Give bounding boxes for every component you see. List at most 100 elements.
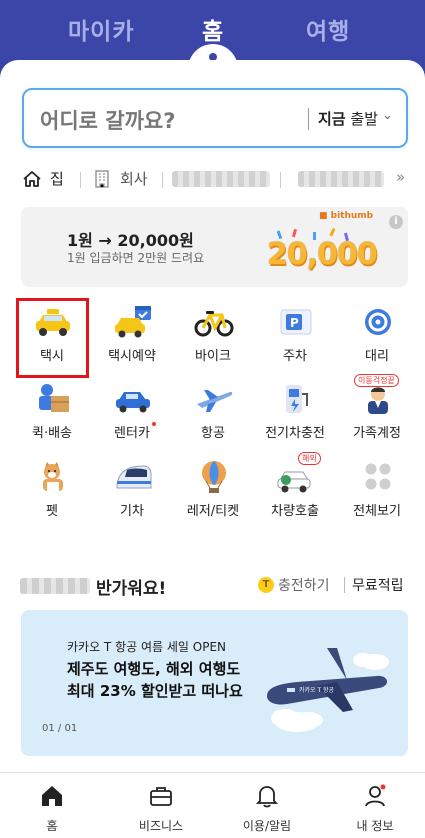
family-tag: 이동걱정끝 xyxy=(354,374,399,387)
service-label: 퀵·배송 xyxy=(31,426,72,441)
nav-home[interactable]: 홈 xyxy=(7,783,97,834)
quick-destination-row: 집 회사 » xyxy=(22,168,412,192)
family-account-icon xyxy=(368,387,388,414)
depart-now-label: 지금 xyxy=(318,110,346,128)
service-delivery[interactable]: 퀵·배송 xyxy=(13,380,91,448)
banner-title: 1원 → 20,000원 xyxy=(67,231,194,250)
promo-line-2: 최대 23% 할인받고 떠나요 xyxy=(67,682,243,700)
plane-livery-text: 카카오 T 항공 xyxy=(299,686,335,694)
charge-button[interactable]: T 충전하기 xyxy=(258,575,330,595)
service-airplane[interactable]: 항공 xyxy=(174,380,252,448)
destination-search[interactable]: 어디로 갈까요? 지금 출발 ⌄ xyxy=(22,88,408,148)
taxi-highlight-box xyxy=(16,298,89,378)
service-label: 바이크 xyxy=(195,349,231,364)
user-nickname xyxy=(20,578,90,594)
service-label: 기차 xyxy=(120,504,144,519)
tab-home[interactable]: 홈 xyxy=(202,12,224,46)
depart-time-select[interactable]: 지금 출발 xyxy=(318,108,378,129)
home-sheet: 어디로 갈까요? 지금 출발 ⌄ 집 회사 » 1원 → 20,000원 1원 … xyxy=(0,60,425,772)
service-designated-driver[interactable]: 대리 xyxy=(338,303,416,371)
service-taxi-reservation[interactable]: 택시예약 xyxy=(93,303,171,371)
service-ev-charger[interactable]: 전기차충전 xyxy=(256,380,334,448)
train-icon xyxy=(116,465,152,489)
rental-car-icon xyxy=(116,392,150,413)
service-train[interactable]: 기차 xyxy=(93,458,171,526)
quick-divider xyxy=(280,172,281,188)
delivery-icon xyxy=(39,384,69,412)
promo-banner[interactable]: 카카오 T 항공 여름 세일 OPEN 제주도 여행도, 해외 여행도 최대 2… xyxy=(21,610,408,756)
quick-divider xyxy=(80,172,81,188)
depart-label: 출발 xyxy=(350,110,378,128)
ev-charger-icon xyxy=(286,385,308,413)
tab-mycar[interactable]: 마이카 xyxy=(68,12,134,46)
chevron-down-icon[interactable]: ⌄ xyxy=(382,108,393,123)
free-earn-button[interactable]: 무료적립 xyxy=(352,575,404,595)
car-call-icon xyxy=(277,471,311,493)
home-icon xyxy=(42,786,62,806)
airplane-icon xyxy=(197,390,233,412)
service-label: 전기차충전 xyxy=(265,426,325,441)
welcome-greeting: 반가워요! xyxy=(96,579,167,599)
new-dot xyxy=(152,422,156,426)
info-icon[interactable]: i xyxy=(389,215,403,229)
bithumb-brand: bithumb xyxy=(330,211,374,221)
nav-profile-label: 내 정보 xyxy=(356,819,394,833)
banner-amount: 20,000 xyxy=(267,237,378,272)
t-coin-icon: T xyxy=(258,577,274,593)
balloon-icon xyxy=(202,461,226,493)
service-car-call[interactable]: 차량호출 해외 xyxy=(256,452,334,526)
service-rental-car[interactable]: 렌터카 xyxy=(93,380,171,448)
airplane-illustration-icon: 카카오 T 항공 xyxy=(267,648,389,732)
search-placeholder[interactable]: 어디로 갈까요? xyxy=(40,105,175,135)
ad-banner[interactable]: 1원 → 20,000원 1원 입금하면 2만원 드려요 ■ bithumb 2… xyxy=(21,207,408,287)
charge-divider xyxy=(344,577,345,593)
nav-home-label: 홈 xyxy=(46,819,58,833)
bottom-navigation: 홈 비즈니스 이용/알림 내 정보 xyxy=(0,772,425,838)
taxi-reservation-icon xyxy=(115,306,151,338)
service-family-account[interactable]: 가족계정 이동걱정끝 xyxy=(338,374,416,448)
quick-home[interactable]: 집 xyxy=(22,168,64,189)
nav-profile[interactable]: 내 정보 xyxy=(330,783,420,834)
service-label: 주차 xyxy=(283,349,307,364)
promo-subtitle: 카카오 T 항공 여름 세일 OPEN xyxy=(67,640,227,654)
nav-business-label: 비즈니스 xyxy=(138,819,184,833)
house-icon xyxy=(23,170,41,187)
service-leisure-ticket[interactable]: 레저/티켓 xyxy=(174,458,252,526)
quick-divider xyxy=(162,172,163,188)
double-chevron-right-icon[interactable]: » xyxy=(396,168,405,186)
briefcase-icon xyxy=(150,787,172,806)
overseas-tag: 해외 xyxy=(298,452,321,465)
service-view-all[interactable]: 전체보기 xyxy=(338,458,416,526)
quick-work-label: 회사 xyxy=(120,170,148,188)
bithumb-logo: ■ bithumb xyxy=(319,211,374,221)
nav-business[interactable]: 비즈니스 xyxy=(116,783,206,834)
promo-line-1: 제주도 여행도, 해외 여행도 xyxy=(67,660,241,678)
pet-icon xyxy=(43,462,63,491)
person-icon xyxy=(365,784,386,807)
quick-work[interactable]: 회사 xyxy=(92,168,148,189)
service-label: 펫 xyxy=(46,504,58,519)
nav-usage[interactable]: 이용/알림 xyxy=(222,783,312,834)
service-label: 렌터카 xyxy=(114,426,150,441)
service-label: 가족계정 xyxy=(353,426,401,441)
quick-home-label: 집 xyxy=(50,170,64,188)
parking-icon: P xyxy=(280,309,312,335)
service-label: 대리 xyxy=(365,349,389,364)
nav-usage-label: 이용/알림 xyxy=(242,819,292,833)
service-pet[interactable]: 펫 xyxy=(13,458,91,526)
service-parking[interactable]: P 주차 xyxy=(256,303,334,371)
saved-place-1[interactable] xyxy=(172,171,270,187)
designated-driver-icon xyxy=(365,309,391,335)
tab-travel[interactable]: 여행 xyxy=(306,12,350,46)
saved-place-2[interactable] xyxy=(298,171,384,187)
service-label: 전체보기 xyxy=(353,504,401,519)
bike-icon xyxy=(194,311,234,337)
search-divider xyxy=(308,108,309,130)
charge-label: 충전하기 xyxy=(278,578,330,594)
service-label: 레저/티켓 xyxy=(186,504,240,519)
banner-subtitle: 1원 입금하면 2만원 드려요 xyxy=(67,251,205,265)
service-bike[interactable]: 바이크 xyxy=(174,303,252,371)
building-icon xyxy=(95,169,109,188)
service-label: 택시예약 xyxy=(108,349,156,364)
service-label: 차량호출 xyxy=(271,504,319,519)
